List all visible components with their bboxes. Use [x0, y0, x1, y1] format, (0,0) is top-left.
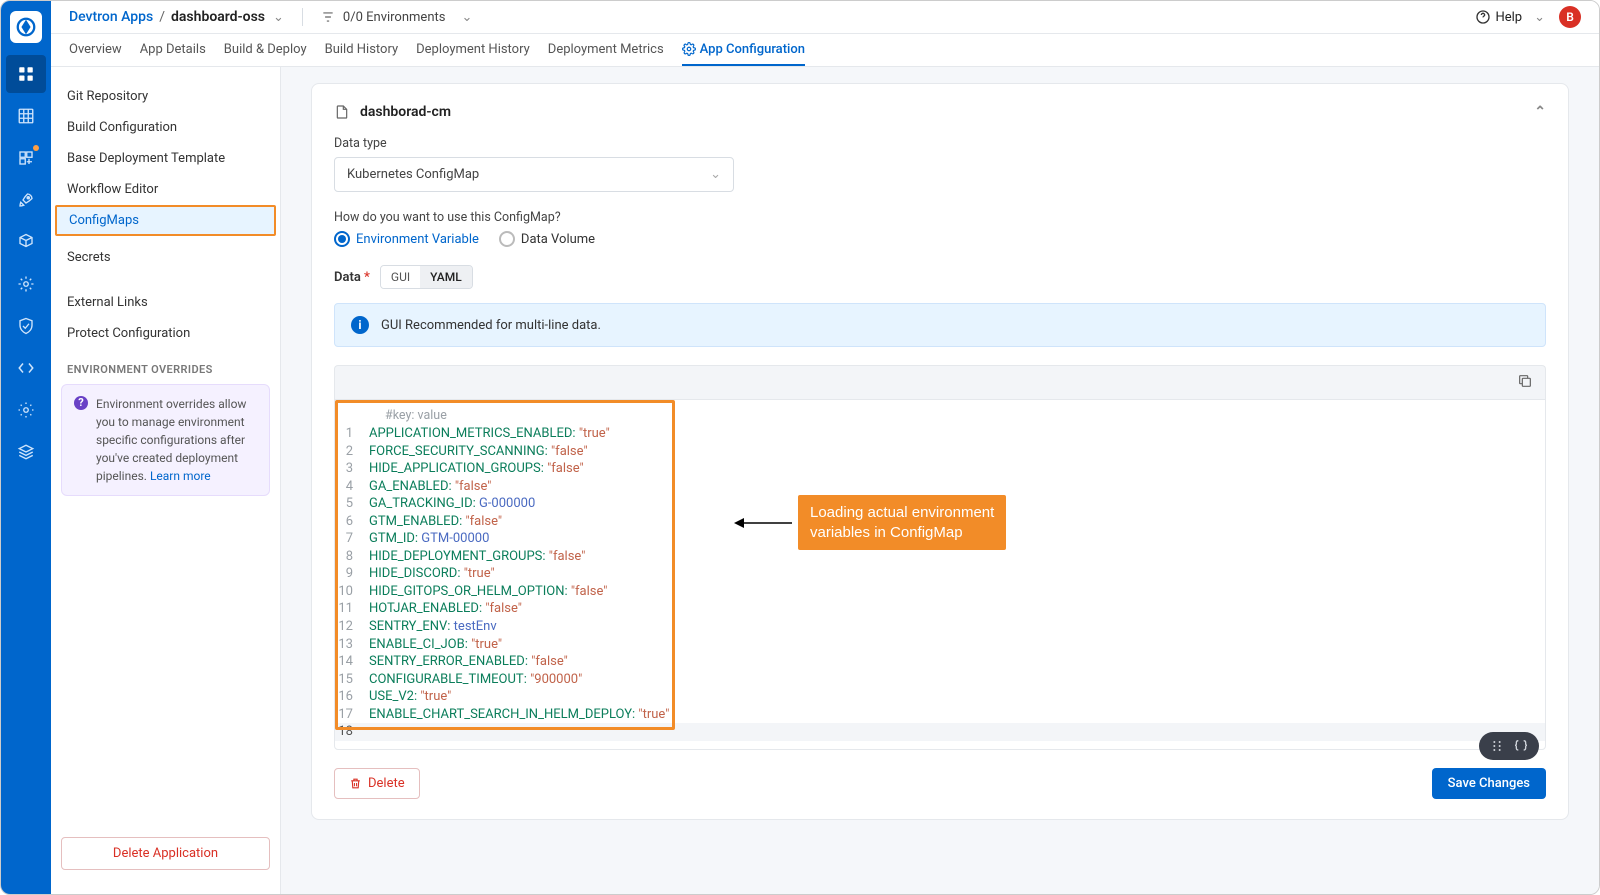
sidebar-item-workflow-editor[interactable]: Workflow Editor [51, 174, 280, 205]
configmap-title: dashborad-cm [360, 104, 451, 120]
editor-line[interactable]: 1APPLICATION_METRICS_ENABLED: "true" [335, 425, 1545, 443]
rail-helm-icon[interactable] [6, 265, 46, 303]
content-area: dashborad-cm ⌃ Data type Kubernetes Conf… [281, 67, 1599, 894]
environment-selector[interactable]: 0/0 Environments ⌄ [321, 10, 472, 25]
sidebar-section-head: ENVIRONMENT OVERRIDES [51, 349, 280, 384]
breadcrumb-parent[interactable]: Devtron Apps [69, 9, 153, 25]
editor-line[interactable]: 4GA_ENABLED: "false" [335, 478, 1545, 496]
arrow-icon [734, 513, 794, 533]
sidebar-item-configmaps[interactable]: ConfigMaps [55, 205, 276, 236]
save-changes-button[interactable]: Save Changes [1432, 768, 1546, 799]
data-label: Data * [334, 270, 370, 285]
editor-line[interactable]: 18 [335, 723, 1545, 741]
learn-more-link[interactable]: Learn more [150, 469, 211, 483]
chevron-down-icon: ⌄ [461, 10, 472, 25]
floating-toolbar[interactable] [1479, 732, 1539, 760]
info-banner: i GUI Recommended for multi-line data. [334, 303, 1546, 347]
editor-toolbar [334, 365, 1546, 399]
datatype-label: Data type [334, 136, 1546, 151]
tab-build-deploy[interactable]: Build & Deploy [224, 34, 307, 66]
drag-handle-icon [1489, 738, 1505, 754]
sidebar-item-secrets[interactable]: Secrets [51, 242, 280, 273]
annotation-callout: Loading actual environmentvariables in C… [734, 495, 1006, 550]
gui-toggle[interactable]: GUI [381, 266, 420, 288]
delete-application-button[interactable]: Delete Application [61, 837, 270, 870]
editor-line[interactable]: 16USE_V2: "true" [335, 688, 1545, 706]
env-override-info: ? Environment overrides allow you to man… [61, 384, 270, 496]
tab-deployment-history[interactable]: Deployment History [416, 34, 530, 66]
editor-line[interactable]: 8HIDE_DEPLOYMENT_GROUPS: "false" [335, 548, 1545, 566]
editor-line[interactable]: 10HIDE_GITOPS_OR_HELM_OPTION: "false" [335, 583, 1545, 601]
radio-data-volume[interactable]: Data Volume [499, 231, 595, 247]
rail-rocket-icon[interactable] [6, 181, 46, 219]
info-icon: ? [74, 396, 88, 410]
chevron-down-icon[interactable]: ⌄ [273, 10, 284, 25]
rail-grid-icon[interactable] [6, 97, 46, 135]
data-view-toggle: GUI YAML [380, 265, 473, 289]
rail-shield-icon[interactable] [6, 307, 46, 345]
editor-line[interactable]: 17ENABLE_CHART_SEARCH_IN_HELM_DEPLOY: "t… [335, 706, 1545, 724]
tab-build-history[interactable]: Build History [325, 34, 399, 66]
usage-label: How do you want to use this ConfigMap? [334, 210, 1546, 225]
config-sidebar: Git RepositoryBuild ConfigurationBase De… [51, 67, 281, 894]
rail-cube-icon[interactable] [6, 223, 46, 261]
rail-stack-icon[interactable] [6, 139, 46, 177]
yaml-toggle[interactable]: YAML [420, 266, 472, 288]
editor-line[interactable]: 12SENTRY_ENV: testEnv [335, 618, 1545, 636]
delete-button[interactable]: Delete [334, 768, 420, 799]
collapse-icon[interactable]: ⌃ [1534, 104, 1546, 120]
help-button[interactable]: Help ⌄ [1475, 9, 1545, 25]
file-icon [334, 104, 350, 120]
tab-deployment-metrics[interactable]: Deployment Metrics [548, 34, 664, 66]
sidebar-item-protect-configuration[interactable]: Protect Configuration [51, 318, 280, 349]
avatar[interactable]: B [1559, 6, 1581, 28]
rail-gear-icon[interactable] [6, 391, 46, 429]
sidebar-item-build-configuration[interactable]: Build Configuration [51, 112, 280, 143]
rail-layers-icon[interactable] [6, 433, 46, 471]
rail-code-icon[interactable] [6, 349, 46, 387]
help-icon [1475, 9, 1491, 25]
sidebar-item-git-repository[interactable]: Git Repository [51, 81, 280, 112]
breadcrumb-current: dashboard-oss [171, 9, 265, 25]
sidebar-item-base-deployment-template[interactable]: Base Deployment Template [51, 143, 280, 174]
tab-overview[interactable]: Overview [69, 34, 122, 66]
rail-apps-icon[interactable] [6, 55, 46, 93]
chevron-down-icon: ⌄ [710, 167, 721, 182]
app-tabs: Overview App Details Build & Deploy Build H… [51, 34, 1599, 67]
logo[interactable] [10, 11, 42, 43]
editor-line[interactable]: 3HIDE_APPLICATION_GROUPS: "false" [335, 460, 1545, 478]
copy-icon[interactable] [1517, 373, 1533, 393]
topbar: Devtron Apps / dashboard-oss ⌄ 0/0 Envir… [51, 1, 1599, 34]
editor-line[interactable]: 2FORCE_SECURITY_SCANNING: "false" [335, 443, 1545, 461]
tab-app-details[interactable]: App Details [140, 34, 206, 66]
editor-line[interactable]: 15CONFIGURABLE_TIMEOUT: "900000" [335, 671, 1545, 689]
editor-line[interactable]: 13ENABLE_CI_JOB: "true" [335, 636, 1545, 654]
editor-line[interactable]: 11HOTJAR_ENABLED: "false" [335, 600, 1545, 618]
braces-icon [1513, 738, 1529, 754]
configmap-card: dashborad-cm ⌃ Data type Kubernetes Conf… [311, 83, 1569, 820]
sidebar-item-external-links[interactable]: External Links [51, 287, 280, 318]
editor-line[interactable]: 14SENTRY_ERROR_ENABLED: "false" [335, 653, 1545, 671]
trash-icon [349, 777, 362, 790]
nav-rail [1, 1, 51, 894]
info-icon: i [351, 316, 369, 334]
filter-icon [321, 10, 335, 24]
datatype-select[interactable]: Kubernetes ConfigMap ⌄ [334, 157, 734, 192]
editor-line[interactable]: 9HIDE_DISCORD: "true" [335, 565, 1545, 583]
yaml-editor[interactable]: #key: value 1APPLICATION_METRICS_ENABLED… [334, 399, 1546, 750]
tab-app-configuration[interactable]: App Configuration [682, 34, 805, 66]
chevron-down-icon: ⌄ [1534, 10, 1545, 25]
radio-environment-variable[interactable]: Environment Variable [334, 231, 479, 247]
